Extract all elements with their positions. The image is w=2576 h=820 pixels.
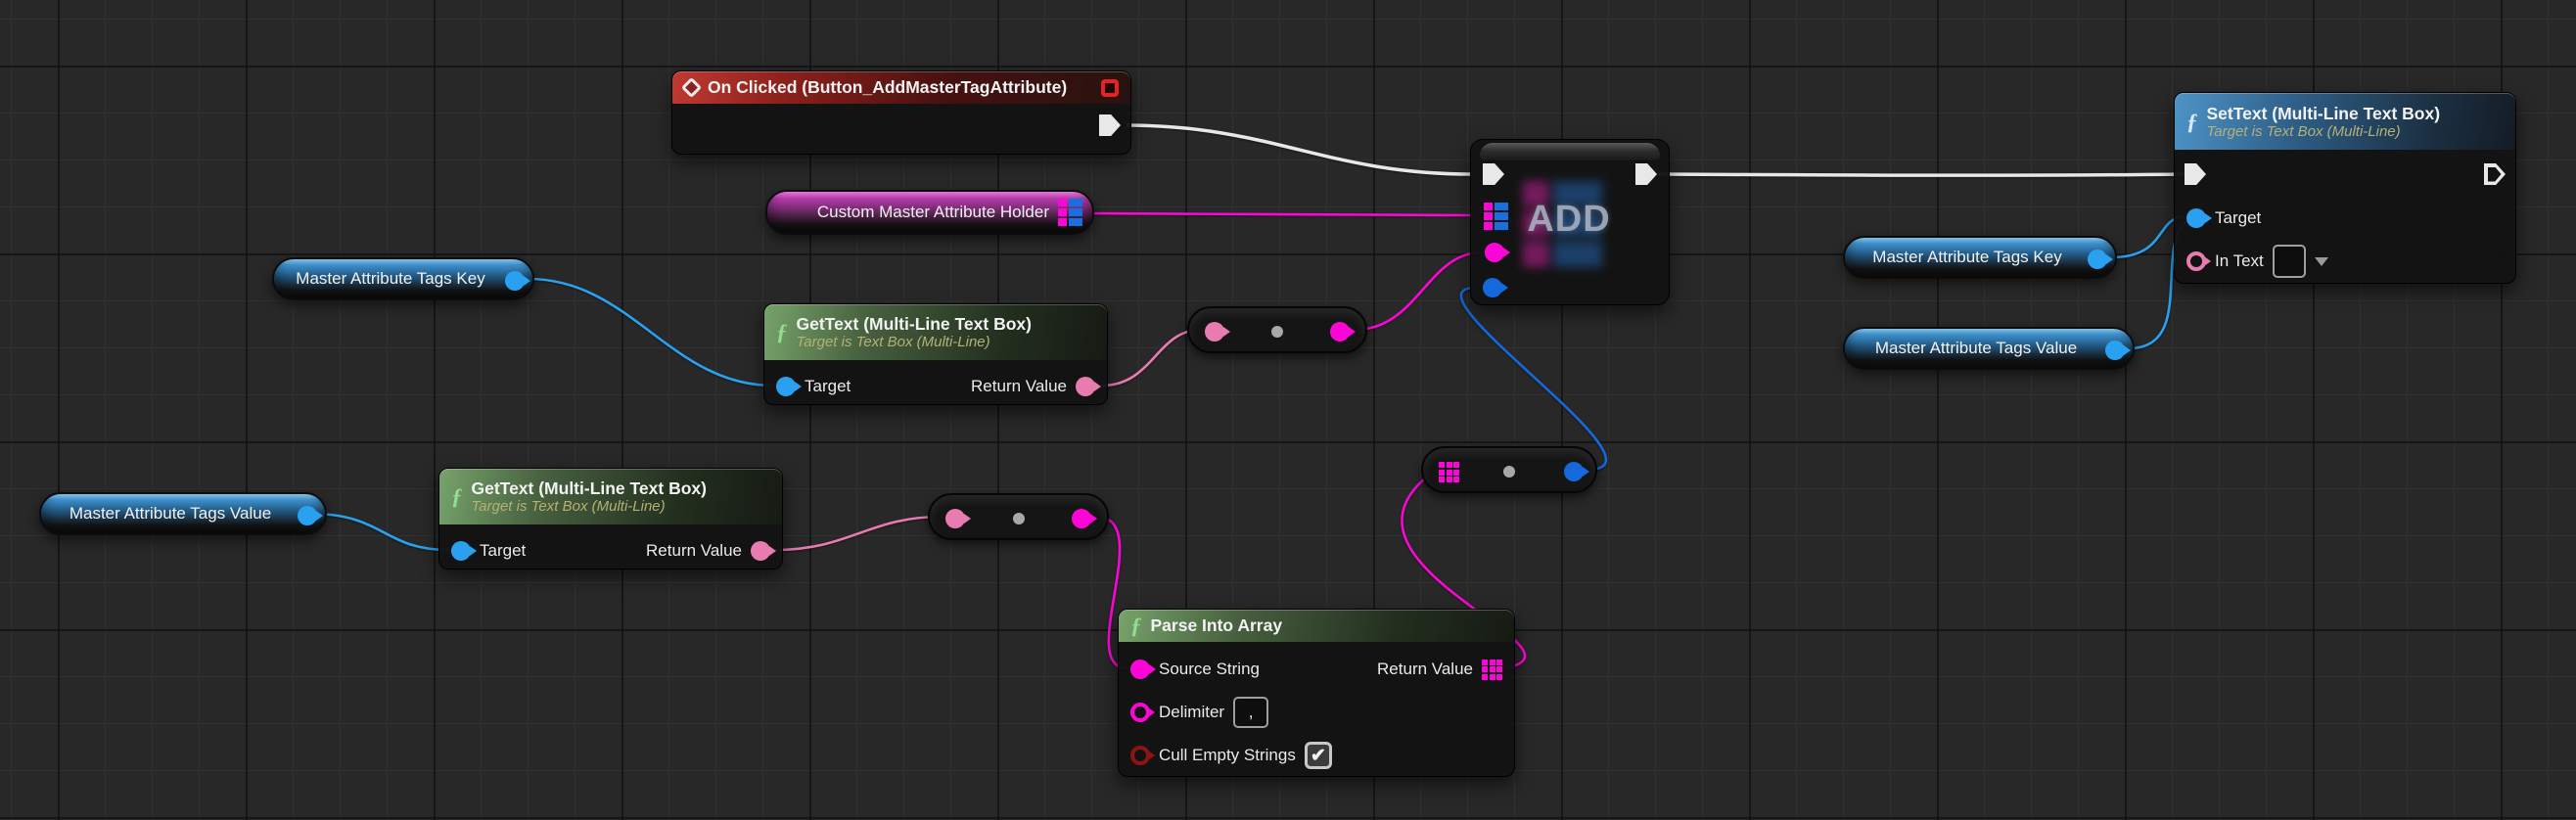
target-pin[interactable]: [2186, 208, 2206, 228]
cull-empty-strings-checkbox[interactable]: ✔: [1305, 742, 1332, 769]
node-on-clicked-event[interactable]: On Clicked (Button_AddMasterTagAttribute…: [671, 70, 1131, 155]
return-value-pin[interactable]: [1076, 377, 1095, 396]
text-in-pin[interactable]: [945, 509, 965, 528]
exec-out-pin[interactable]: [1635, 163, 1657, 185]
variable-pill-custom-master-attribute-holder[interactable]: Custom Master Attribute Holder: [765, 190, 1094, 235]
conversion-node-text-to-string-1[interactable]: [1187, 306, 1367, 353]
function-icon: ƒ: [1130, 615, 1142, 637]
node-parse-into-array[interactable]: ƒ Parse Into Array Source String Return …: [1118, 609, 1515, 777]
wire-valueleft-to-gettext2-target: [311, 514, 448, 550]
node-settext[interactable]: ƒ SetText (Multi-Line Text Box) Target i…: [2174, 92, 2516, 284]
return-value-label: Return Value: [646, 541, 742, 561]
source-string-label: Source String: [1159, 660, 1260, 679]
string-array-out-pin[interactable]: [1482, 660, 1502, 680]
variable-pill-master-attribute-tags-value-left[interactable]: Master Attribute Tags Value: [39, 492, 327, 535]
target-pin-label: Target: [480, 541, 526, 561]
conversion-dot-icon: [1503, 466, 1515, 478]
gettext-header[interactable]: ƒ GetText (Multi-Line Text Box) Target i…: [764, 304, 1107, 360]
exec-out-pin[interactable]: [2484, 163, 2506, 185]
bound-event-icon: [1101, 79, 1119, 97]
gettext-title: GetText (Multi-Line Text Box): [472, 478, 707, 499]
node-gettext-1[interactable]: ƒ GetText (Multi-Line Text Box) Target i…: [763, 303, 1108, 405]
event-diamond-icon: [681, 77, 702, 98]
value-out-pin[interactable]: [1564, 462, 1584, 481]
gettext-subtitle: Target is Text Box (Multi-Line): [472, 498, 707, 515]
wire-conv1-to-add-key: [1355, 252, 1480, 330]
conversion-dot-icon: [1013, 513, 1025, 524]
source-string-pin[interactable]: [1130, 660, 1150, 679]
variable-pill-master-attribute-tags-value-right[interactable]: Master Attribute Tags Value: [1843, 327, 2135, 370]
delimiter-pin[interactable]: [1130, 703, 1150, 722]
gettext-header[interactable]: ƒ GetText (Multi-Line Text Box) Target i…: [439, 469, 782, 524]
object-out-pin[interactable]: [298, 506, 317, 525]
exec-in-pin[interactable]: [1483, 163, 1504, 185]
conversion-node-text-to-string-2[interactable]: [928, 493, 1109, 540]
target-pin[interactable]: [776, 377, 796, 396]
wire-gettext1-return-to-conv1: [1102, 330, 1201, 386]
text-in-pin[interactable]: [1205, 322, 1224, 342]
target-map-pin[interactable]: [1484, 203, 1508, 230]
settext-subtitle: Target is Text Box (Multi-Line): [2207, 123, 2441, 140]
function-icon: ƒ: [451, 485, 463, 508]
variable-pill-master-attribute-tags-key-right[interactable]: Master Attribute Tags Key: [1843, 236, 2117, 279]
parse-header[interactable]: ƒ Parse Into Array: [1119, 610, 1514, 642]
conversion-dot-icon: [1271, 326, 1283, 338]
gettext-title: GetText (Multi-Line Text Box): [797, 314, 1032, 335]
parse-title: Parse Into Array: [1151, 615, 1283, 636]
pill-label: Master Attribute Tags Value: [1875, 339, 2077, 358]
target-pin[interactable]: [451, 541, 471, 561]
map-pin-icon[interactable]: [1058, 199, 1082, 226]
in-text-label: In Text: [2215, 251, 2264, 271]
blueprint-graph-canvas[interactable]: On Clicked (Button_AddMasterTagAttribute…: [0, 0, 2576, 820]
string-out-pin[interactable]: [1072, 509, 1091, 528]
wire-exec-add-to-settext: [1658, 174, 2186, 175]
gettext-subtitle: Target is Text Box (Multi-Line): [797, 334, 1032, 350]
in-text-pin[interactable]: [2186, 251, 2206, 271]
pill-label: Custom Master Attribute Holder: [817, 203, 1049, 222]
key-pin[interactable]: [1485, 243, 1504, 262]
variable-pill-master-attribute-tags-key-left[interactable]: Master Attribute Tags Key: [272, 257, 534, 300]
wire-keyleft-to-gettext1-target: [529, 279, 773, 386]
object-out-pin[interactable]: [2105, 341, 2125, 360]
target-pin-label: Target: [2215, 208, 2261, 228]
in-text-input[interactable]: [2273, 245, 2306, 278]
node-gettext-2[interactable]: ƒ GetText (Multi-Line Text Box) Target i…: [438, 468, 783, 569]
cull-empty-strings-pin[interactable]: [1130, 746, 1150, 765]
string-out-pin[interactable]: [1330, 322, 1350, 342]
wire-conv3-to-add-value: [1461, 288, 1606, 470]
value-pin[interactable]: [1483, 278, 1502, 297]
node-map-add[interactable]: ADD: [1470, 139, 1670, 305]
on-clicked-header[interactable]: On Clicked (Button_AddMasterTagAttribute…: [672, 71, 1130, 104]
function-icon: ƒ: [2186, 111, 2198, 133]
function-icon: ƒ: [776, 321, 788, 343]
wire-gettext2-return-to-conv2: [775, 517, 942, 550]
settext-header[interactable]: ƒ SetText (Multi-Line Text Box) Target i…: [2175, 93, 2515, 150]
delimiter-label: Delimiter: [1159, 703, 1224, 722]
pill-label: Master Attribute Tags Value: [69, 504, 271, 524]
string-array-in-pin[interactable]: [1439, 462, 1459, 482]
settext-title: SetText (Multi-Line Text Box): [2207, 104, 2441, 124]
exec-in-pin[interactable]: [2185, 163, 2206, 185]
conversion-node-array-to-value[interactable]: [1421, 446, 1597, 493]
on-clicked-title: On Clicked (Button_AddMasterTagAttribute…: [708, 77, 1067, 98]
return-value-pin[interactable]: [751, 541, 770, 561]
chevron-down-icon[interactable]: [2315, 257, 2328, 266]
delimiter-input[interactable]: ,: [1233, 697, 1268, 728]
pill-label: Master Attribute Tags Key: [296, 269, 484, 289]
wire-holder-to-add-map: [1086, 213, 1474, 215]
return-value-label: Return Value: [1377, 660, 1473, 679]
cull-empty-strings-label: Cull Empty Strings: [1159, 746, 1296, 765]
pill-label: Master Attribute Tags Key: [1872, 248, 2061, 267]
object-out-pin[interactable]: [505, 271, 525, 291]
add-watermark-label: ADD: [1526, 199, 1612, 241]
exec-out-pin[interactable]: [1099, 114, 1121, 136]
target-pin-label: Target: [805, 377, 851, 396]
object-out-pin[interactable]: [2088, 250, 2107, 269]
add-node-header[interactable]: [1479, 142, 1661, 161]
return-value-label: Return Value: [971, 377, 1067, 396]
wire-exec-onclicked-to-add: [1126, 125, 1472, 174]
